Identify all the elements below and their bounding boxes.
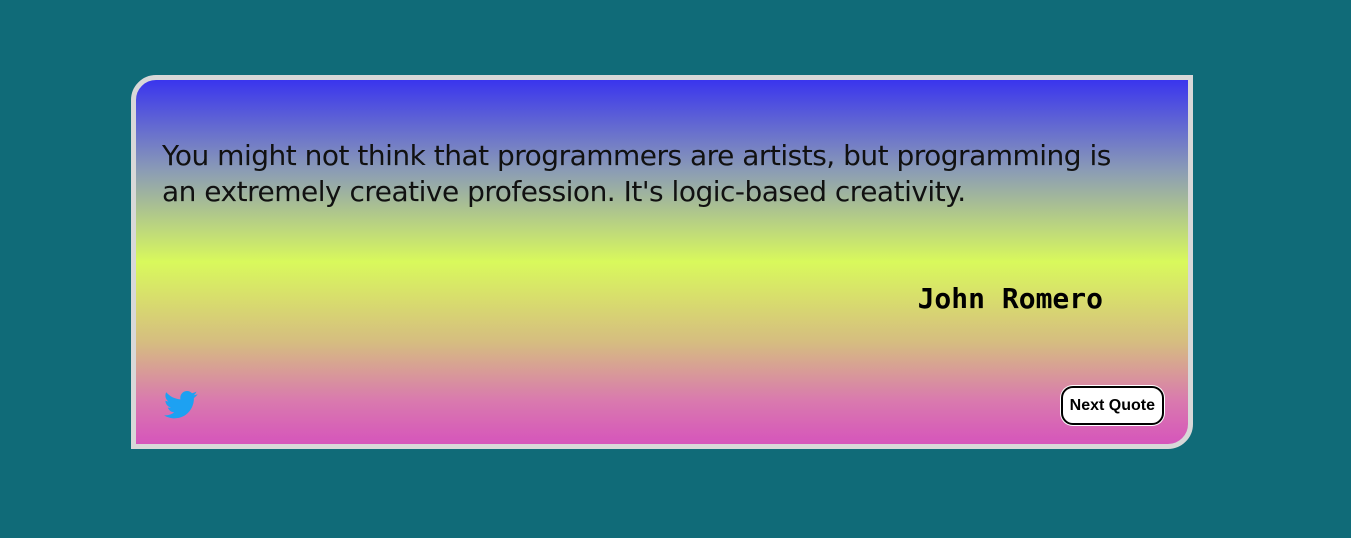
quote-text: You might not think that programmers are… bbox=[162, 139, 1111, 208]
tweet-quote-link[interactable] bbox=[164, 390, 198, 420]
twitter-bird-icon bbox=[164, 390, 198, 419]
next-quote-button[interactable]: Next Quote bbox=[1060, 386, 1164, 425]
quote-author: John Romero bbox=[917, 282, 1103, 315]
quote-card: You might not think that programmers are… bbox=[131, 75, 1193, 449]
